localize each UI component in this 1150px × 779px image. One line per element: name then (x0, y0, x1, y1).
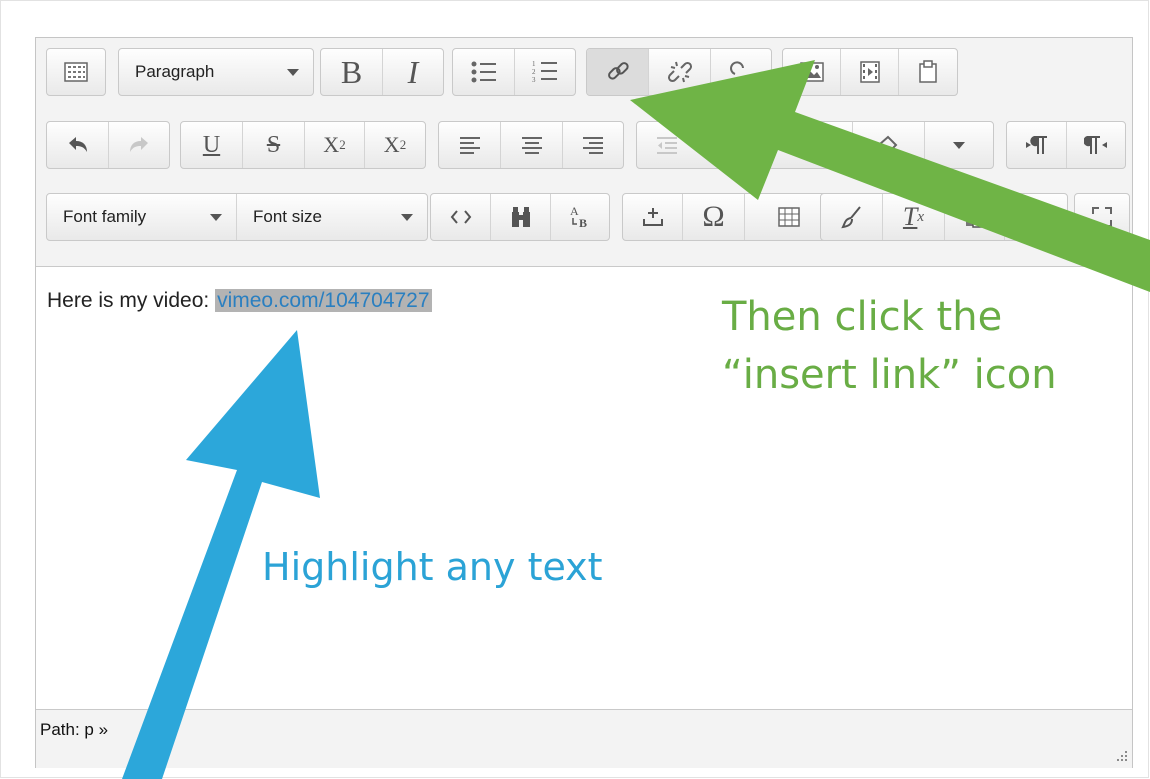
green-arrow (630, 60, 1150, 292)
instruction-insert-link: Then click the “insert link” icon (722, 288, 1057, 404)
instruction-highlight: Highlight any text (262, 545, 603, 589)
instruction-line-1: Then click the (722, 294, 1003, 340)
instruction-line-2: “insert link” icon (722, 352, 1057, 398)
